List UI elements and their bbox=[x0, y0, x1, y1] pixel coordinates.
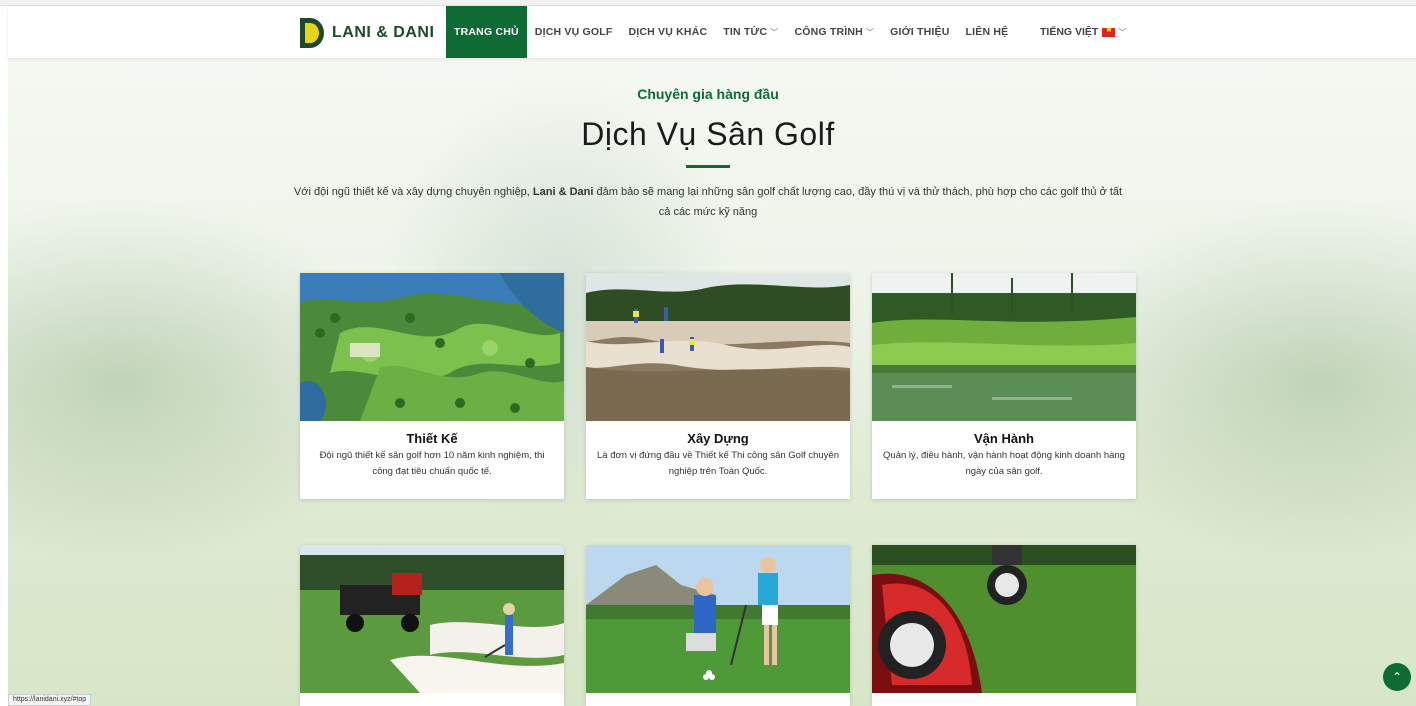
service-card-maintenance[interactable] bbox=[300, 545, 564, 706]
chevron-down-icon: ﹀ bbox=[865, 27, 875, 37]
scroll-to-top-button[interactable]: ⌃ bbox=[1383, 663, 1411, 691]
brand-logo[interactable]: LANI & DANI bbox=[300, 18, 434, 48]
nav-label: DỊCH VỤ KHÁC bbox=[628, 26, 708, 38]
title-divider bbox=[686, 165, 730, 168]
desc-text: Với đội ngũ thiết kế và xây dựng chuyên … bbox=[293, 186, 533, 198]
desc-text: đảm bảo sẽ mang lại những sân golf chất … bbox=[593, 186, 1123, 218]
maintenance-cart-image bbox=[300, 545, 564, 693]
section-title: Dịch Vụ Sân Golf bbox=[581, 116, 835, 152]
lawn-mower-image bbox=[872, 545, 1136, 693]
service-card-operation[interactable]: Vận Hành Quản lý, điều hành, vận hành ho… bbox=[872, 273, 1136, 499]
card-text: Đội ngũ thiết kế sân golf hơn 10 năm kin… bbox=[319, 450, 545, 477]
logo-d-icon bbox=[300, 18, 324, 48]
nav-label: LIÊN HỆ bbox=[965, 26, 1009, 38]
golf-course-lake-image bbox=[872, 273, 1136, 421]
language-label: TIẾNG VIỆT bbox=[1040, 26, 1099, 38]
service-card-supplies[interactable] bbox=[872, 545, 1136, 706]
section-kicker: Chuyên gia hàng đầu bbox=[637, 86, 779, 102]
chevron-down-icon: ﹀ bbox=[1118, 27, 1127, 37]
nav-label: GIỚI THIỆU bbox=[890, 26, 950, 38]
nav-label: TIN TỨC bbox=[723, 26, 768, 38]
desc-brand: Lani & Dani bbox=[532, 186, 594, 198]
status-url: https://lanidani.xyz/#top bbox=[8, 694, 92, 706]
chevron-up-icon: ⌃ bbox=[1391, 670, 1403, 684]
nav-label: DỊCH VỤ GOLF bbox=[534, 26, 613, 38]
nav-label: TRANG CHỦ bbox=[454, 26, 519, 38]
nav-item-projects[interactable]: CÔNG TRÌNH ﹀ bbox=[786, 6, 882, 58]
card-text: Quản lý, điều hành, vận hành hoạt động k… bbox=[883, 450, 1125, 477]
vietnam-flag-icon bbox=[1102, 25, 1116, 37]
nav-item-contact[interactable]: LIÊN HỆ bbox=[958, 6, 1017, 58]
nav-item-home[interactable]: TRANG CHỦ bbox=[446, 6, 527, 58]
nav-item-about[interactable]: GIỚI THIỆU bbox=[882, 6, 957, 58]
service-card-coaching[interactable] bbox=[586, 545, 850, 706]
golf-coaching-image bbox=[586, 545, 850, 693]
main-nav: TRANG CHỦ DỊCH VỤ GOLF DỊCH VỤ KHÁC TIN … bbox=[446, 6, 1016, 58]
section-description: Với đội ngũ thiết kế và xây dựng chuyên … bbox=[293, 182, 1123, 222]
bunker-construction-image bbox=[586, 273, 850, 421]
brand-name: LANI & DANI bbox=[332, 24, 435, 41]
chevron-down-icon: ﹀ bbox=[770, 27, 779, 37]
nav-item-news[interactable]: TIN TỨC ﹀ bbox=[715, 6, 786, 58]
services-intro: Chuyên gia hàng đầu Dịch Vụ Sân Golf Với… bbox=[0, 86, 1416, 222]
nav-item-other-services[interactable]: DỊCH VỤ KHÁC bbox=[620, 6, 715, 58]
language-selector[interactable]: TIẾNG VIỆT ﹀ bbox=[1040, 6, 1126, 58]
nav-item-golf-services[interactable]: DỊCH VỤ GOLF bbox=[527, 6, 621, 58]
service-card-construction[interactable]: Xây Dựng Là đơn vị đứng đầu về Thiết kế … bbox=[586, 273, 850, 499]
nav-label: CÔNG TRÌNH bbox=[794, 26, 863, 38]
golf-course-plan-image bbox=[300, 273, 564, 421]
card-title: Xây Dựng bbox=[687, 431, 749, 446]
site-header: LANI & DANI TRANG CHỦ DỊCH VỤ GOLF DỊCH … bbox=[8, 6, 1416, 58]
card-text: Là đơn vị đứng đầu về Thiết kế Thi công … bbox=[597, 450, 839, 477]
card-title: Vận Hành bbox=[974, 431, 1034, 446]
service-card-design[interactable]: Thiết Kế Đội ngũ thiết kế sân golf hơn 1… bbox=[300, 273, 564, 499]
card-title: Thiết Kế bbox=[406, 431, 458, 446]
